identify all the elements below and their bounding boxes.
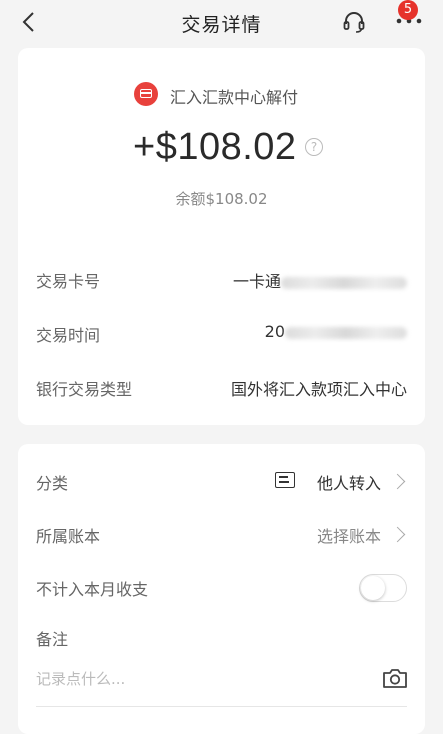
card-number-value: 一卡通: [233, 268, 407, 292]
category-value[interactable]: 他人转入: [317, 470, 381, 494]
exclude-from-monthly-toggle[interactable]: [359, 574, 407, 602]
transaction-amount: +$108.02: [133, 126, 297, 168]
camera-icon[interactable]: [382, 667, 408, 689]
transaction-summary-card: 汇入汇款中心解付 +$108.02 ? 余额$108.02 交易卡号 一卡通 交…: [18, 48, 425, 425]
category-icon: [275, 472, 295, 488]
headset-icon[interactable]: [341, 9, 367, 35]
bank-transaction-type-label: 银行交易类型: [36, 380, 133, 399]
exclude-from-monthly-label: 不计入本月收支: [36, 580, 149, 599]
chevron-right-icon[interactable]: [389, 473, 406, 490]
note-underline: [36, 706, 407, 707]
note-input[interactable]: [36, 670, 346, 688]
card-icon: [134, 82, 158, 106]
account-select[interactable]: 选择账本: [317, 523, 381, 547]
transaction-time-text: 20: [264, 322, 285, 341]
card-number-text: 一卡通: [232, 272, 281, 291]
page-title: 交易详情: [181, 14, 262, 36]
category-label: 分类: [36, 474, 69, 493]
masked-card-number: [281, 276, 407, 289]
chevron-right-icon[interactable]: [389, 526, 406, 543]
transaction-source: 汇入汇款中心解付: [170, 88, 299, 107]
transaction-time-label: 交易时间: [36, 326, 101, 345]
bank-transaction-type-value: 国外将汇入款项汇入中心: [230, 380, 407, 399]
note-label: 备注: [36, 630, 69, 649]
card-number-label: 交易卡号: [36, 272, 101, 291]
notification-badge: 5: [398, 0, 418, 20]
top-bar: 交易详情 5: [0, 0, 443, 48]
toggle-knob: [361, 576, 385, 600]
account-label: 所属账本: [36, 527, 101, 546]
masked-transaction-time: [285, 326, 407, 339]
help-icon[interactable]: ?: [305, 138, 323, 156]
balance-text: 余额$108.02: [175, 190, 268, 208]
transaction-settings-card: 分类 他人转入 所属账本 选择账本 不计入本月收支 备注: [18, 444, 425, 734]
transaction-time-value: 20: [265, 322, 407, 341]
